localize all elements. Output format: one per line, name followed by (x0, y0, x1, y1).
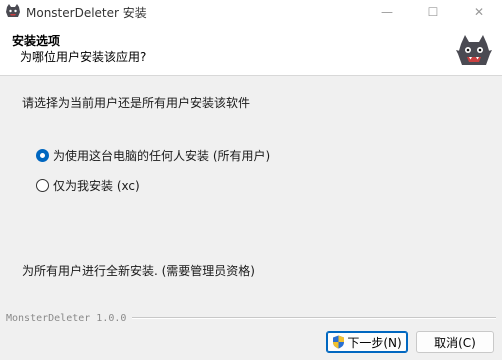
monster-icon (456, 35, 492, 65)
page-subtitle: 为哪位用户安装该应用? (20, 50, 147, 64)
option-current-user-label[interactable]: 仅为我安装 (xc) (53, 177, 140, 194)
install-note: 为所有用户进行全新安装. (需要管理员资格) (22, 264, 255, 278)
monster-app-icon (6, 4, 20, 17)
close-button[interactable]: ✕ (456, 0, 502, 24)
cancel-button-label: 取消(C) (434, 335, 476, 350)
option-all-users[interactable]: 为使用这台电脑的任何人安装 (所有用户) (36, 147, 270, 164)
cancel-button[interactable]: 取消(C) (416, 331, 494, 353)
title-bar[interactable]: MonsterDeleter 安装 — ☐ ✕ (0, 0, 502, 24)
option-all-users-label[interactable]: 为使用这台电脑的任何人安装 (所有用户) (53, 147, 270, 164)
option-current-user[interactable]: 仅为我安装 (xc) (36, 177, 140, 194)
minimize-button[interactable]: — (364, 0, 410, 24)
brand-divider: MonsterDeleter 1.0.0 (6, 311, 496, 325)
brand-label: MonsterDeleter 1.0.0 (6, 312, 127, 324)
window-title: MonsterDeleter 安装 (26, 6, 147, 20)
header-panel: 安装选项 为哪位用户安装该应用? (0, 24, 502, 76)
uac-shield-icon (333, 335, 345, 349)
divider-line (132, 317, 496, 319)
installer-window: MonsterDeleter 安装 — ☐ ✕ 安装选项 为哪位用户安装该应用?… (0, 0, 502, 360)
install-scope-prompt: 请选择为当前用户还是所有用户安装该软件 (22, 96, 251, 110)
radio-all-users[interactable] (36, 149, 49, 162)
maximize-button[interactable]: ☐ (410, 0, 456, 24)
page-title: 安装选项 (12, 34, 61, 48)
next-button[interactable]: 下一步(N) (326, 331, 408, 353)
next-button-label: 下一步(N) (347, 335, 402, 350)
radio-current-user[interactable] (36, 179, 49, 192)
